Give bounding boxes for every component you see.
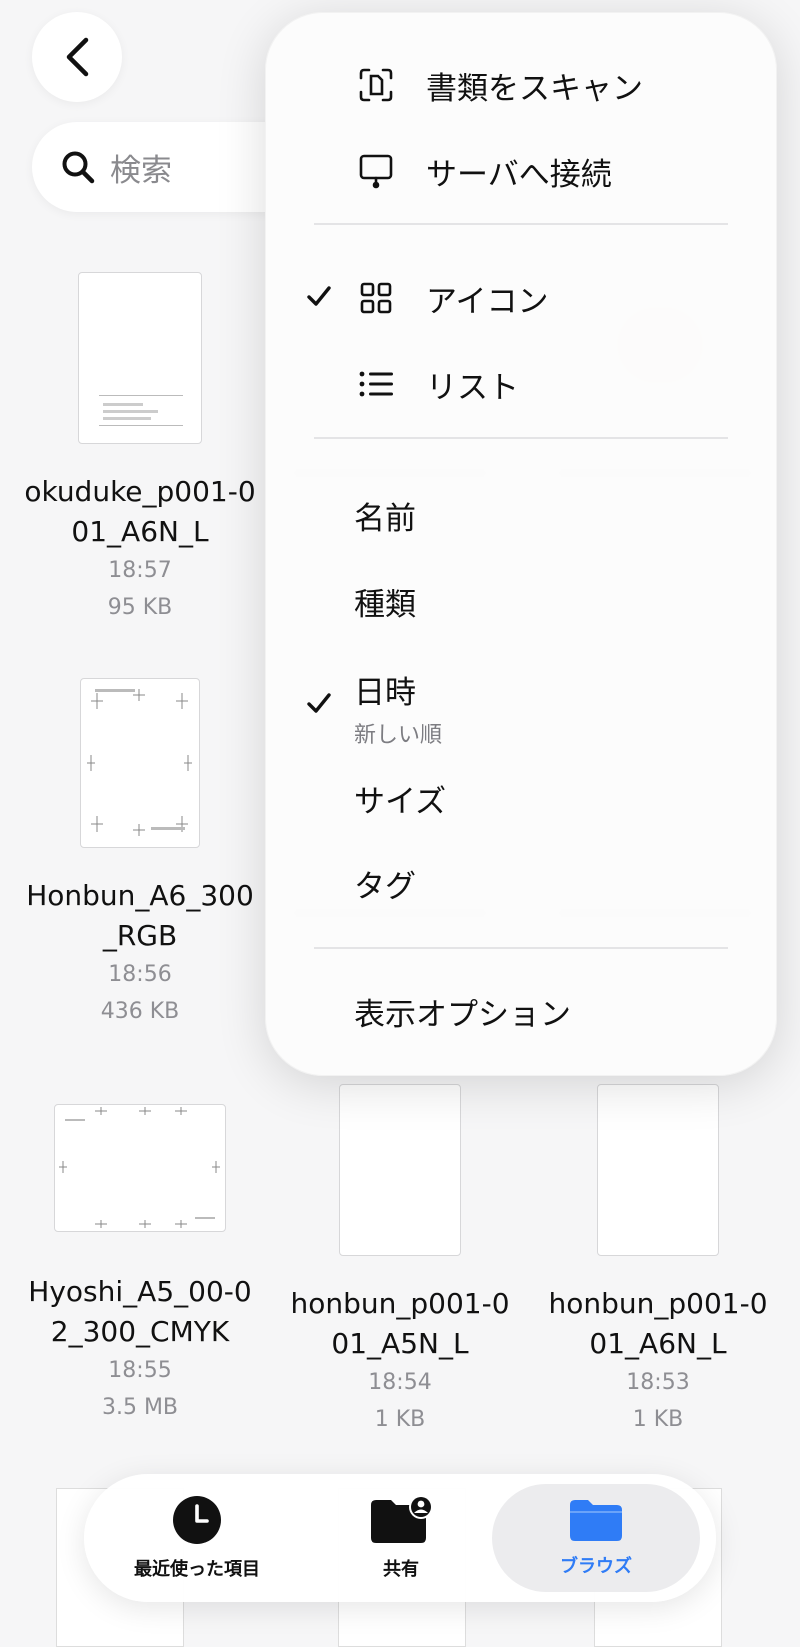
file-time: 18:57 (108, 558, 172, 583)
tab-recents[interactable]: 最近使った項目 (102, 1474, 292, 1602)
file-item[interactable]: Hyoshi_A5_00-02_300_CMYK 18:55 3.5 MB (20, 1104, 260, 1426)
back-button[interactable] (32, 12, 122, 102)
folder-icon (570, 1500, 622, 1541)
menu-item-sort-kind[interactable]: 種類 (266, 561, 776, 641)
file-size: 436 KB (100, 999, 180, 1024)
file-name: honbun_p001-001_A6N_L (548, 1287, 768, 1360)
menu-item-label: 日時 (354, 675, 416, 711)
menu-item-view-icons[interactable]: アイコン (266, 258, 776, 338)
file-item[interactable]: okuduke_p001-001_A6N_L 18:57 95 KB (20, 272, 260, 626)
server-icon (358, 153, 394, 189)
menu-item-label: サーバへ接続 (426, 156, 612, 193)
tab-bar: 最近使った項目 共有 ブラウズ (84, 1474, 716, 1602)
tab-browse[interactable]: ブラウズ (492, 1484, 700, 1592)
grid-icon (358, 280, 394, 316)
file-thumbnail (339, 1084, 461, 1256)
file-size: 1 KB (374, 1407, 426, 1432)
checkmark-icon (306, 691, 332, 719)
tab-label: 共有 (383, 1559, 419, 1580)
file-thumbnail (80, 678, 200, 848)
search-placeholder: 検索 (110, 152, 172, 189)
file-name: okuduke_p001-001_A6N_L (24, 475, 256, 548)
menu-item-label: 種類 (354, 586, 416, 623)
menu-item-sort-tags[interactable]: タグ (266, 843, 776, 923)
menu-item-sort-name[interactable]: 名前 (266, 475, 776, 555)
document-scan-icon (358, 67, 394, 103)
file-thumbnail (78, 272, 202, 444)
menu-item-connect-server[interactable]: サーバへ接続 (266, 131, 776, 211)
menu-item-label: 名前 (354, 500, 416, 537)
menu-separator (314, 947, 728, 949)
search-icon (62, 151, 95, 184)
file-time: 18:56 (108, 962, 172, 987)
menu-separator (314, 223, 728, 225)
chevron-left-icon (66, 37, 89, 77)
checkmark-icon (306, 284, 332, 312)
file-time: 18:55 (108, 1358, 172, 1383)
file-name: Honbun_A6_300_RGB (26, 879, 254, 952)
file-size: 1 KB (632, 1407, 684, 1432)
menu-item-label: 書類をスキャン (426, 70, 643, 107)
file-size: 3.5 MB (101, 1395, 179, 1420)
file-name: Hyoshi_A5_00-02_300_CMYK (28, 1275, 252, 1348)
file-thumbnail (54, 1104, 226, 1232)
menu-item-label: タグ (354, 868, 416, 905)
tab-label: 最近使った項目 (134, 1559, 260, 1580)
menu-item-label: リスト (426, 369, 519, 406)
tab-label: ブラウズ (560, 1556, 632, 1577)
menu-item-scan-documents[interactable]: 書類をスキャン (266, 45, 776, 125)
clock-icon (173, 1496, 221, 1544)
menu-separator (314, 437, 728, 439)
menu-item-label: 表示オプション (354, 996, 571, 1033)
menu-item-sort-date[interactable]: 日時 新しい順 (266, 653, 776, 753)
file-item[interactable]: honbun_p001-001_A6N_L 18:53 1 KB (538, 1084, 778, 1438)
menu-item-view-options[interactable]: 表示オプション (266, 971, 776, 1051)
file-time: 18:54 (368, 1370, 432, 1395)
file-thumbnail (597, 1084, 719, 1256)
tab-shared[interactable]: 共有 (306, 1474, 496, 1602)
menu-item-label: アイコン (426, 283, 549, 320)
context-menu: 書類をスキャン サーバへ接続 アイコン リスト 名前 種類 日時 新しい順 サイ… (265, 12, 777, 1076)
file-item[interactable]: honbun_p001-001_A5N_L 18:54 1 KB (280, 1084, 520, 1438)
file-size: 95 KB (107, 595, 173, 620)
menu-item-sublabel: 新しい順 (354, 723, 443, 748)
file-name: honbun_p001-001_A5N_L (290, 1287, 510, 1360)
shared-folder-icon (371, 1495, 433, 1543)
file-item[interactable]: Honbun_A6_300_RGB 18:56 436 KB (20, 678, 260, 1030)
menu-item-label: サイズ (354, 783, 447, 820)
file-time: 18:53 (626, 1370, 690, 1395)
menu-item-sort-size[interactable]: サイズ (266, 758, 776, 838)
menu-item-view-list[interactable]: リスト (266, 344, 776, 424)
list-icon (358, 366, 394, 402)
